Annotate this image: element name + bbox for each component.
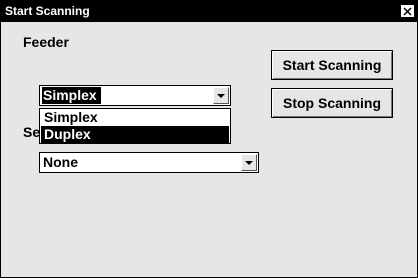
window-title: Start Scanning	[5, 4, 90, 18]
second-select[interactable]: None	[39, 152, 259, 173]
feeder-option-duplex[interactable]: Duplex	[41, 126, 229, 143]
feeder-dropdown-list[interactable]: Simplex Duplex	[39, 108, 231, 144]
title-bar[interactable]: Start Scanning	[1, 1, 417, 22]
second-field-label: Se	[23, 124, 41, 140]
feeder-option-simplex[interactable]: Simplex	[41, 109, 229, 126]
stop-scanning-button[interactable]: Stop Scanning	[271, 88, 393, 118]
second-dropdown-button[interactable]	[241, 154, 257, 171]
chevron-down-icon	[245, 160, 253, 165]
start-scanning-button[interactable]: Start Scanning	[271, 50, 393, 80]
close-button[interactable]	[400, 4, 415, 18]
scan-dialog: Start Scanning Feeder Simplex Se Simplex…	[0, 0, 418, 278]
second-selected-value: None	[43, 154, 78, 170]
feeder-label: Feeder	[23, 34, 69, 50]
feeder-select[interactable]: Simplex	[39, 85, 231, 106]
feeder-dropdown-button[interactable]	[213, 87, 229, 104]
feeder-selected-value: Simplex	[42, 87, 101, 104]
chevron-down-icon	[217, 93, 225, 98]
close-icon	[403, 6, 412, 16]
